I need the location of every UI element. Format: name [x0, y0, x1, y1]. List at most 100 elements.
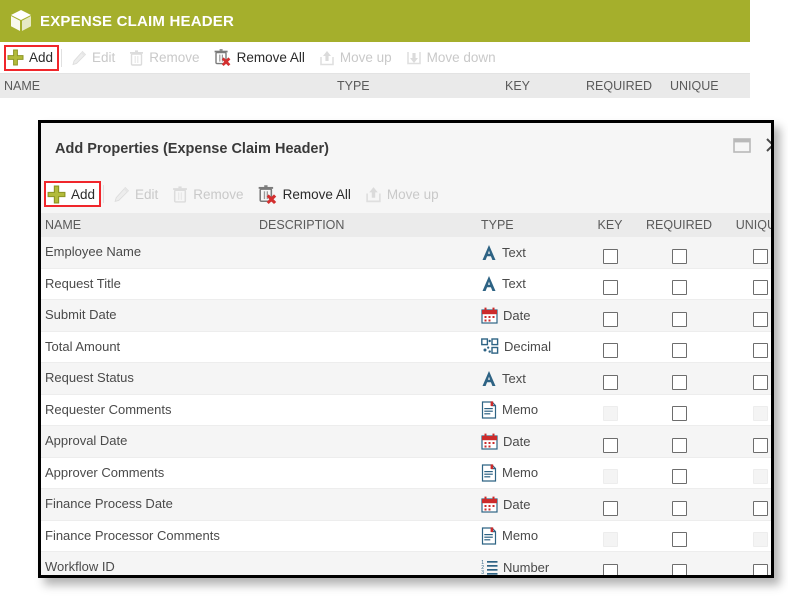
table-row[interactable]: Request Status Text [41, 363, 771, 395]
key-checkbox-cell[interactable] [586, 332, 634, 363]
unique-checkbox-cell[interactable] [729, 489, 771, 520]
required-checkbox-cell[interactable] [641, 269, 717, 300]
table-row[interactable]: Request Title Text [41, 268, 771, 300]
required-checkbox[interactable] [671, 311, 687, 327]
required-checkbox-cell[interactable] [641, 552, 717, 575]
required-checkbox[interactable] [671, 469, 687, 485]
row-type-label: Number [503, 559, 550, 575]
background-window-titlebar: EXPENSE CLAIM HEADER [0, 0, 750, 42]
dialog-add-button[interactable]: Add [44, 181, 102, 207]
unique-checkbox[interactable] [752, 500, 768, 516]
date-icon [481, 307, 498, 324]
unique-checkbox-cell[interactable] [729, 552, 771, 575]
row-name: Workflow ID [45, 559, 115, 574]
add-button[interactable]: Add [4, 44, 60, 71]
row-type-label: Memo [502, 402, 539, 418]
unique-checkbox-cell[interactable] [729, 237, 771, 268]
required-checkbox-cell[interactable] [641, 300, 717, 331]
key-checkbox-cell[interactable] [586, 237, 634, 268]
key-checkbox[interactable] [602, 280, 618, 296]
unique-checkbox-cell[interactable] [729, 426, 771, 457]
dialog-edit-button: Edit [106, 181, 165, 207]
trash-x-icon [258, 184, 278, 204]
key-checkbox[interactable] [602, 437, 618, 453]
required-checkbox[interactable] [671, 437, 687, 453]
required-checkbox-cell[interactable] [641, 521, 717, 552]
close-icon[interactable] [765, 137, 771, 153]
table-row[interactable]: Finance Processor Comments Memo [41, 520, 771, 552]
remove-button: Remove [122, 45, 206, 71]
table-row[interactable]: Employee Name Text [41, 237, 771, 269]
plus-icon [7, 49, 24, 66]
key-checkbox[interactable] [602, 311, 618, 327]
remove-all-button[interactable]: Remove All [207, 45, 312, 71]
unique-checkbox-cell[interactable] [729, 300, 771, 331]
unique-checkbox-cell[interactable] [729, 269, 771, 300]
table-row[interactable]: Submit Date Date [41, 300, 771, 332]
key-checkbox-cell[interactable] [586, 552, 634, 575]
unique-checkbox[interactable] [752, 311, 768, 327]
row-type: Date [481, 426, 530, 457]
required-checkbox-cell[interactable] [641, 332, 717, 363]
required-checkbox[interactable] [671, 248, 687, 264]
move-up-icon [319, 50, 335, 66]
unique-checkbox[interactable] [752, 563, 768, 575]
required-checkbox[interactable] [671, 563, 687, 575]
required-checkbox[interactable] [671, 343, 687, 359]
move-down-icon [406, 50, 422, 66]
key-checkbox-cell[interactable] [586, 300, 634, 331]
table-row[interactable]: Approver Comments Memo [41, 457, 771, 489]
required-checkbox-cell[interactable] [641, 458, 717, 489]
row-type-label: Text [502, 276, 526, 292]
required-checkbox[interactable] [671, 374, 687, 390]
row-type: Memo [481, 458, 538, 489]
table-row[interactable]: Workflow ID 1 2 3 Number [41, 552, 771, 575]
dialog-remove-all-button[interactable]: Remove All [251, 181, 358, 207]
move-up-icon [365, 186, 382, 203]
table-row[interactable]: Requester Comments Memo [41, 394, 771, 426]
key-checkbox[interactable] [602, 500, 618, 516]
column-header-required: REQUIRED [586, 79, 652, 93]
required-checkbox-cell[interactable] [641, 237, 717, 268]
table-row[interactable]: Total Amount Decimal [41, 331, 771, 363]
row-type: Decimal [481, 332, 551, 363]
key-checkbox-cell [586, 521, 634, 552]
key-checkbox-cell[interactable] [586, 426, 634, 457]
unique-checkbox [752, 532, 768, 548]
unique-checkbox [752, 406, 768, 422]
key-checkbox[interactable] [602, 248, 618, 264]
required-checkbox[interactable] [671, 406, 687, 422]
table-row[interactable]: Approval Date Date [41, 426, 771, 458]
maximize-icon[interactable] [733, 137, 751, 153]
unique-checkbox-cell[interactable] [729, 332, 771, 363]
key-checkbox[interactable] [602, 563, 618, 575]
required-checkbox-cell[interactable] [641, 395, 717, 426]
unique-checkbox[interactable] [752, 248, 768, 264]
unique-checkbox[interactable] [752, 437, 768, 453]
key-checkbox-cell[interactable] [586, 489, 634, 520]
required-checkbox-cell[interactable] [641, 489, 717, 520]
required-checkbox[interactable] [671, 280, 687, 296]
unique-checkbox [752, 469, 768, 485]
dialog-remove-button: Remove [165, 181, 250, 207]
unique-checkbox-cell[interactable] [729, 363, 771, 394]
required-checkbox[interactable] [671, 500, 687, 516]
table-row[interactable]: Finance Process Date Date [41, 489, 771, 521]
required-checkbox-cell[interactable] [641, 426, 717, 457]
unique-checkbox-cell [729, 521, 771, 552]
key-checkbox-cell[interactable] [586, 363, 634, 394]
key-checkbox[interactable] [602, 343, 618, 359]
unique-checkbox[interactable] [752, 280, 768, 296]
key-checkbox[interactable] [602, 374, 618, 390]
background-column-header: NAME TYPE KEY REQUIRED UNIQUE [0, 74, 750, 98]
required-checkbox[interactable] [671, 532, 687, 548]
required-checkbox-cell[interactable] [641, 363, 717, 394]
dialog-edit-button-label: Edit [135, 186, 159, 202]
unique-checkbox-cell [729, 395, 771, 426]
move-down-button-label: Move down [426, 50, 496, 65]
unique-checkbox[interactable] [752, 343, 768, 359]
decimal-icon [481, 338, 499, 355]
key-checkbox-cell[interactable] [586, 269, 634, 300]
unique-checkbox[interactable] [752, 374, 768, 390]
grid-header-required: REQUIRED [646, 218, 712, 232]
